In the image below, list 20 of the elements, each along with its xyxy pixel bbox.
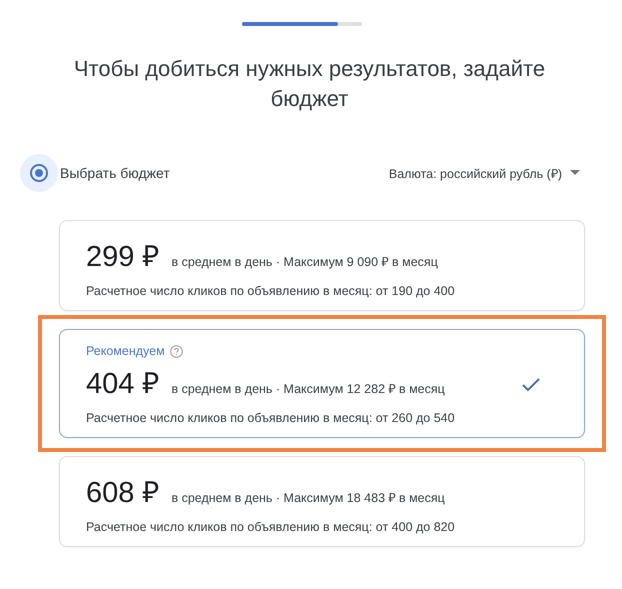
help-icon[interactable] (170, 344, 183, 358)
check-icon (522, 378, 540, 392)
recommended-label: Рекомендуем (86, 344, 165, 358)
price-details: в среднем в день · Максимум 9 090 ₽ в месяц (171, 254, 438, 270)
budget-option-card[interactable]: 299 ₽ в среднем в день · Максимум 9 090 ₽ в месяц Расчетное число кликов по объявлению в месяц: от 190 до 400 (59, 220, 585, 311)
price-details: в среднем в день · Максимум 12 282 ₽ в месяц (171, 381, 445, 397)
currency-dropdown[interactable]: Валюта: российский рубль (₽) (388, 164, 580, 182)
budget-option-card[interactable]: Рекомендуем 404 ₽ в среднем в день · Максимум 12 282 ₽ в месяц Расчетное число кликов по объявлению в месяц: от 260 до 540 (59, 329, 585, 438)
budget-option-card[interactable]: 608 ₽ в среднем в день · Максимум 18 483 ₽ в месяц Расчетное число кликов по объявлению в месяц: от 400 до 820 (59, 456, 585, 547)
clicks-estimate: Расчетное число кликов по объявлению в месяц: от 400 до 820 (86, 520, 455, 534)
caret-icon (570, 170, 580, 176)
radio-label: Выбрать бюджет (60, 165, 170, 181)
clicks-estimate: Расчетное число кликов по объявлению в месяц: от 260 до 540 (86, 411, 455, 425)
daily-price: 608 ₽ (86, 476, 160, 510)
radio-button[interactable] (20, 154, 58, 192)
page-title: Чтобы добиться нужных результатов, задайте бюджет (72, 55, 546, 113)
price-details: в среднем в день · Максимум 18 483 ₽ в месяц (171, 490, 445, 506)
daily-price: 299 ₽ (86, 240, 160, 274)
daily-price: 404 ₽ (86, 367, 160, 401)
clicks-estimate: Расчетное число кликов по объявлению в месяц: от 190 до 400 (86, 284, 455, 298)
